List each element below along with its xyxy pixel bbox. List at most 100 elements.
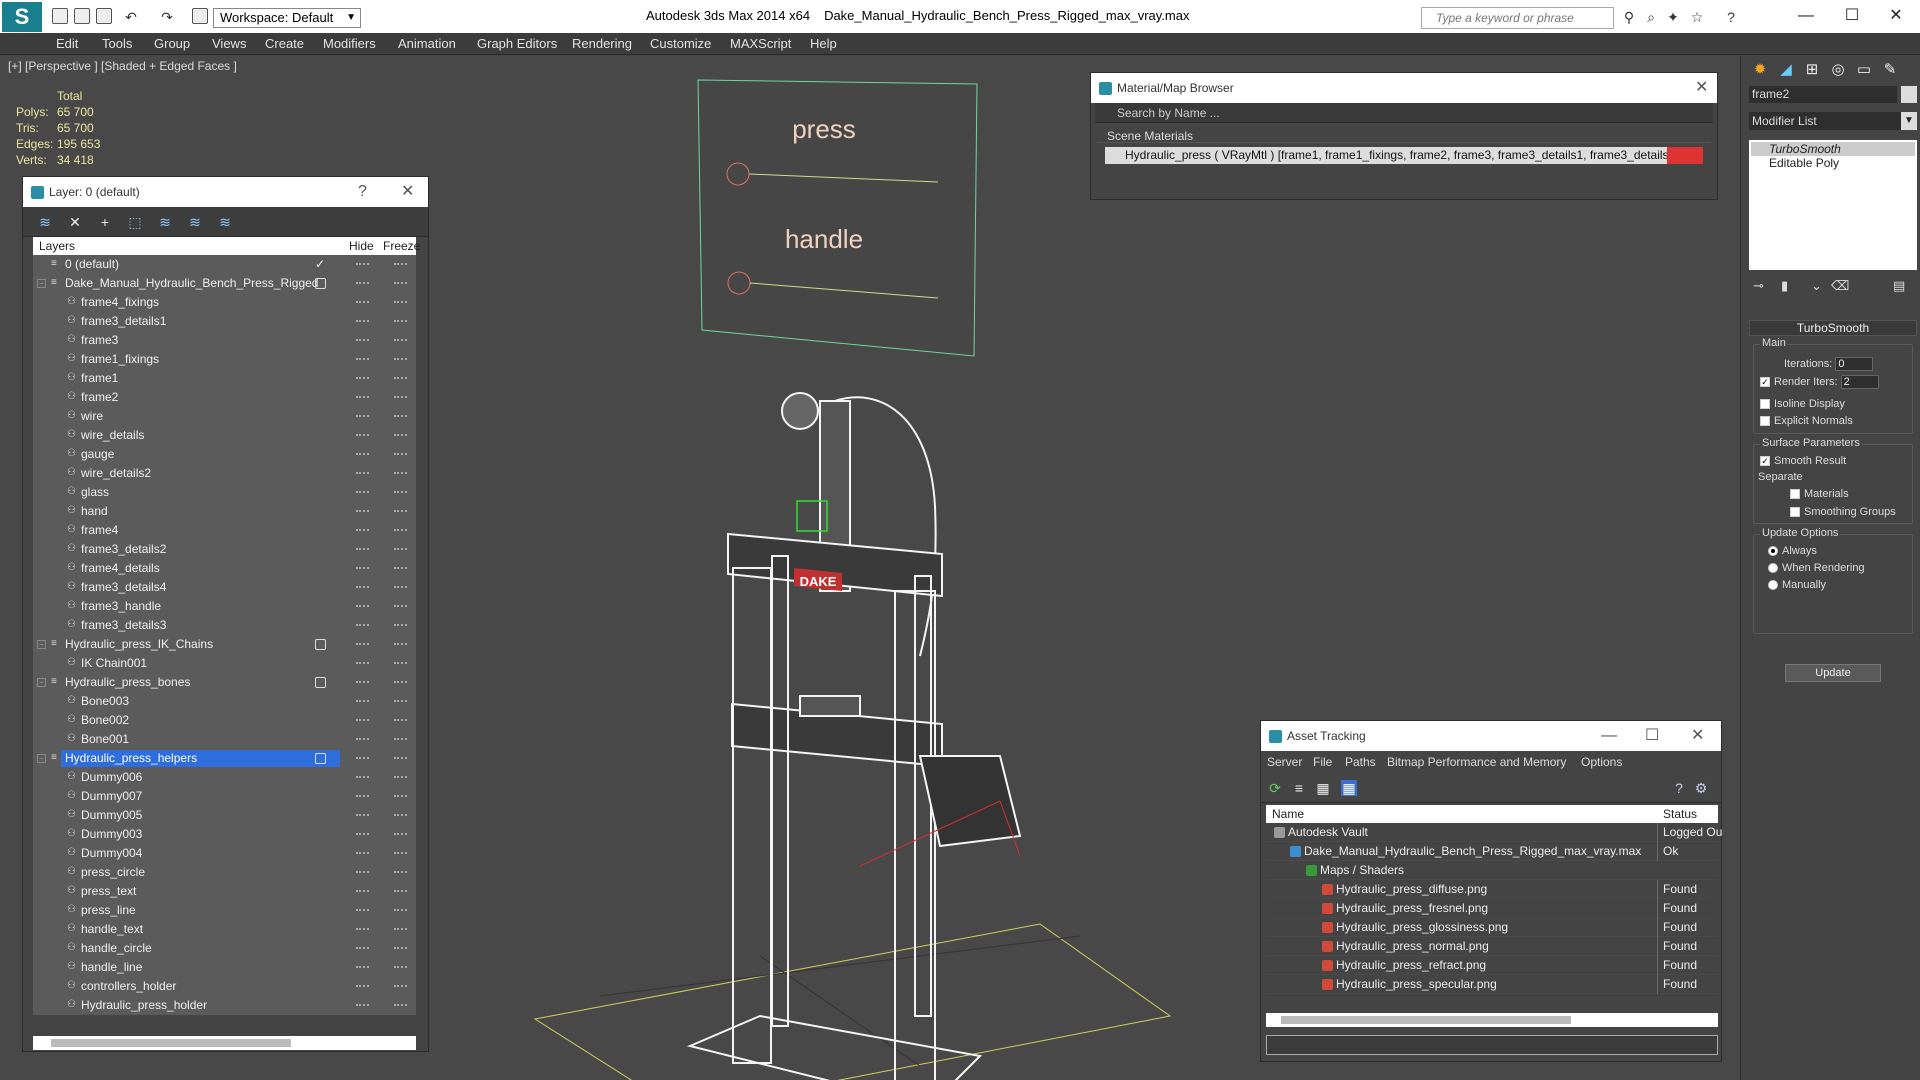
hide-toggle[interactable] xyxy=(356,681,369,683)
open-file-icon[interactable] xyxy=(74,8,90,24)
object-row[interactable]: ⚇ press_line xyxy=(33,901,416,920)
minimize-icon[interactable]: — xyxy=(1786,4,1826,28)
hide-toggle[interactable] xyxy=(356,909,369,911)
hide-toggle[interactable] xyxy=(356,415,369,417)
object-row[interactable]: ⚇ gauge xyxy=(33,445,416,464)
freeze-toggle[interactable] xyxy=(394,415,407,417)
menu-tools[interactable]: Tools xyxy=(102,36,132,51)
menu-modifiers[interactable]: Modifiers xyxy=(323,36,376,51)
freeze-toggle[interactable] xyxy=(394,928,407,930)
hide-toggle[interactable] xyxy=(356,738,369,740)
collapse-toggle-icon[interactable]: − xyxy=(37,640,46,649)
freeze-toggle[interactable] xyxy=(394,320,407,322)
scrollbar-thumb[interactable] xyxy=(51,1039,291,1047)
freeze-toggle[interactable] xyxy=(394,776,407,778)
freeze-toggle[interactable] xyxy=(394,377,407,379)
freeze-toggle[interactable] xyxy=(394,605,407,607)
object-row[interactable]: ⚇ frame3_details2 xyxy=(33,540,416,559)
hide-toggle[interactable] xyxy=(356,700,369,702)
set-active-layer-checkbox[interactable] xyxy=(315,677,326,688)
list-view-icon[interactable]: ≡ xyxy=(1291,780,1307,796)
utilities-tab-icon[interactable]: ✎ xyxy=(1879,60,1901,80)
highlight-layer-icon[interactable]: ≋ xyxy=(157,214,173,230)
freeze-toggle[interactable] xyxy=(394,947,407,949)
hide-toggle[interactable] xyxy=(356,339,369,341)
hide-toggle[interactable] xyxy=(356,985,369,987)
asset-row[interactable]: Hydraulic_press_fresnel.png Found xyxy=(1266,899,1718,918)
asset-row[interactable]: Hydraulic_press_glossiness.png Found xyxy=(1266,918,1718,937)
object-row[interactable]: ⚇ wire_details2 xyxy=(33,464,416,483)
collapse-toggle-icon[interactable]: − xyxy=(37,279,46,288)
hide-toggle[interactable] xyxy=(356,282,369,284)
help-icon[interactable]: ? xyxy=(358,177,367,207)
hide-toggle[interactable] xyxy=(356,472,369,474)
hide-toggle[interactable] xyxy=(356,1004,369,1006)
set-active-layer-checkbox[interactable] xyxy=(315,639,326,650)
menu-rendering[interactable]: Rendering xyxy=(572,36,632,51)
hide-toggle[interactable] xyxy=(356,928,369,930)
asset-row[interactable]: Hydraulic_press_normal.png Found xyxy=(1266,937,1718,956)
add-to-layer-icon[interactable]: + xyxy=(97,214,113,230)
material-search-input[interactable]: Search by Name ... xyxy=(1095,103,1713,123)
asset-row[interactable]: Hydraulic_press_diffuse.png Found xyxy=(1266,880,1718,899)
create-tab-icon[interactable]: ✹ xyxy=(1749,60,1771,80)
freeze-toggle[interactable] xyxy=(394,909,407,911)
make-unique-icon[interactable]: ⌄ xyxy=(1811,278,1822,294)
close-icon[interactable]: ✕ xyxy=(401,177,414,207)
manually-radio[interactable] xyxy=(1768,580,1778,591)
keyword-search-input[interactable]: Type a keyword or phrase xyxy=(1421,7,1614,29)
object-color-swatch[interactable] xyxy=(1901,86,1917,103)
close-icon[interactable]: ✕ xyxy=(1691,721,1704,751)
freeze-toggle[interactable] xyxy=(394,491,407,493)
menu-animation[interactable]: Animation xyxy=(398,36,456,51)
column-layers[interactable]: Layers xyxy=(39,239,75,253)
new-layer-icon[interactable]: ≋ xyxy=(37,214,53,230)
menu-maxscript[interactable]: MAXScript xyxy=(730,36,791,51)
hide-toggle[interactable] xyxy=(356,605,369,607)
freeze-toggle[interactable] xyxy=(394,548,407,550)
object-row[interactable]: ⚇ Dummy007 xyxy=(33,787,416,806)
smoothing-groups-checkbox[interactable] xyxy=(1790,507,1800,518)
freeze-toggle[interactable] xyxy=(394,985,407,987)
set-active-layer-checkbox[interactable] xyxy=(315,753,326,764)
hide-toggle[interactable] xyxy=(356,890,369,892)
material-item[interactable]: Hydraulic_press ( VRayMtl ) [frame1, fra… xyxy=(1105,147,1703,164)
freeze-toggle[interactable] xyxy=(394,301,407,303)
freeze-toggle[interactable] xyxy=(394,814,407,816)
object-row[interactable]: ⚇ press_text xyxy=(33,882,416,901)
hide-toggle[interactable] xyxy=(356,871,369,873)
object-row[interactable]: ⚇ frame4_fixings xyxy=(33,293,416,312)
layer-row[interactable]: − ≡ Dake_Manual_Hydraulic_Bench_Press_Rigg… xyxy=(33,274,416,293)
freeze-toggle[interactable] xyxy=(394,643,407,645)
hide-toggle[interactable] xyxy=(356,491,369,493)
freeze-toggle[interactable] xyxy=(394,795,407,797)
hide-toggle[interactable] xyxy=(356,529,369,531)
object-row[interactable]: ⚇ frame2 xyxy=(33,388,416,407)
menu-graph-editors[interactable]: Graph Editors xyxy=(477,36,557,51)
asset-row[interactable]: Maps / Shaders xyxy=(1266,861,1718,880)
freeze-toggle[interactable] xyxy=(394,472,407,474)
hide-toggle[interactable] xyxy=(356,719,369,721)
layer-row[interactable]: − ≡ Hydraulic_press_IK_Chains xyxy=(33,635,416,654)
settings-icon[interactable]: ⚙ xyxy=(1693,780,1709,796)
column-hide[interactable]: Hide xyxy=(349,239,374,253)
freeze-toggle[interactable] xyxy=(394,719,407,721)
maximize-icon[interactable]: ☐ xyxy=(1645,721,1659,751)
materials-checkbox[interactable] xyxy=(1790,489,1800,500)
scene-materials-section[interactable]: Scene Materials xyxy=(1097,129,1711,143)
freeze-toggle[interactable] xyxy=(394,700,407,702)
menu-customize[interactable]: Customize xyxy=(650,36,711,51)
object-row[interactable]: ⚇ handle_line xyxy=(33,958,416,977)
freeze-toggle[interactable] xyxy=(394,282,407,284)
hide-toggle[interactable] xyxy=(356,548,369,550)
binoculars-icon[interactable]: ⚲ xyxy=(1620,9,1638,25)
workspace-dropdown[interactable]: Workspace: Default ▼ xyxy=(213,8,361,28)
project-folder-icon[interactable] xyxy=(192,8,208,24)
freeze-toggle[interactable] xyxy=(394,1004,407,1006)
hierarchy-tab-icon[interactable]: ⊞ xyxy=(1801,60,1823,80)
asset-menu-server[interactable]: Server xyxy=(1267,751,1302,773)
freeze-toggle[interactable] xyxy=(394,510,407,512)
hide-toggle[interactable] xyxy=(356,947,369,949)
asset-menu-bitmap-performance[interactable]: Bitmap Performance and Memory xyxy=(1387,751,1566,773)
freeze-toggle[interactable] xyxy=(394,339,407,341)
